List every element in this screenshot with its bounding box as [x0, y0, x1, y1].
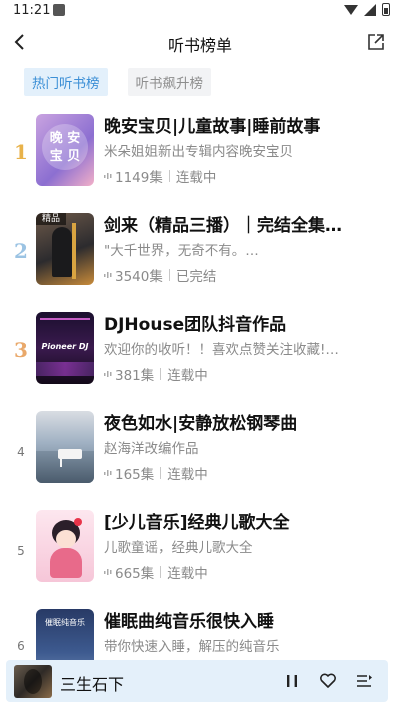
cover-text: 晚 安宝 贝 [49, 131, 81, 164]
item-meta: 165集 连载中 [104, 463, 208, 483]
page-title: 听书榜单 [167, 36, 232, 55]
album-cover [36, 510, 94, 582]
playlist-icon[interactable] [354, 671, 374, 691]
cover-text: Pioneer DJ [41, 342, 89, 351]
signal-icon [364, 3, 376, 16]
item-title: 剑来（精品三播）｜完结全集… [104, 216, 342, 236]
episode-count: 1149集 [115, 170, 163, 186]
audio-wave-icon [104, 371, 112, 377]
item-meta: 381集 连载中 [104, 364, 208, 384]
nav-bar: 听书榜单 [0, 24, 400, 60]
status-time: 11:21 [13, 3, 51, 18]
list-item[interactable]: 4 夜色如水|安静放松钢琴曲 赵海洋改编作品 165集 连载中 [0, 407, 400, 506]
item-meta: 3540集 已完结 [104, 265, 216, 285]
wifi-icon [344, 4, 358, 15]
audio-wave-icon [104, 272, 112, 278]
serial-status: 连载中 [175, 170, 217, 186]
item-title: 催眠曲纯音乐很快入睡 [104, 612, 274, 632]
item-desc: 赵海洋改编作品 [104, 441, 199, 457]
episode-count: 165集 [115, 467, 155, 483]
item-meta: 665集 连载中 [104, 562, 208, 582]
serial-status: 连载中 [167, 566, 208, 582]
player-cover[interactable] [14, 665, 52, 698]
episode-count: 665集 [115, 566, 155, 582]
episode-count: 3540集 [115, 269, 163, 285]
item-title: 夜色如水|安静放松钢琴曲 [104, 414, 298, 434]
item-desc: 带你快速入睡，解压的纯音乐 [104, 639, 280, 655]
album-cover [36, 411, 94, 483]
item-desc: 儿歌童谣，经典儿歌大全 [104, 540, 253, 556]
mini-player[interactable]: 三生石下 [6, 660, 388, 702]
item-title: 晚安宝贝|儿童故事|睡前故事 [104, 117, 321, 137]
share-icon[interactable] [366, 32, 386, 52]
status-icons [344, 3, 390, 16]
status-bar: 11:21 [0, 0, 400, 22]
serial-status: 连载中 [167, 368, 208, 384]
item-desc: 欢迎你的收听！！喜欢点赞关注收藏!… [104, 342, 339, 358]
premium-badge: 精品 [36, 213, 66, 225]
episode-count: 381集 [115, 368, 155, 384]
audio-wave-icon [104, 470, 112, 476]
list-item[interactable]: 5 [少儿音乐]经典儿歌大全 儿歌童谣，经典儿歌大全 665集 连载中 [0, 506, 400, 605]
item-meta: 1149集 连载中 [104, 166, 216, 186]
cover-text: 催眠纯音乐 [45, 618, 85, 627]
rank-number: 1 [14, 140, 28, 164]
pause-icon[interactable] [282, 671, 302, 691]
album-cover: Pioneer DJ [36, 312, 94, 384]
serial-status: 已完结 [175, 269, 217, 285]
tab-hot[interactable]: 热门听书榜 [24, 68, 108, 96]
player-track-title[interactable]: 三生石下 [60, 671, 124, 695]
rank-number: 4 [17, 445, 25, 459]
rank-number: 6 [17, 639, 25, 653]
tab-bar: 热门听书榜 听书飙升榜 [24, 68, 211, 96]
serial-status: 连载中 [167, 467, 208, 483]
album-cover: 精品 [36, 213, 94, 285]
rank-number: 2 [14, 239, 28, 263]
tab-rising[interactable]: 听书飙升榜 [127, 68, 211, 96]
audio-wave-icon [104, 569, 112, 575]
battery-icon [382, 3, 390, 16]
list-item[interactable]: 2 精品 剑来（精品三播）｜完结全集… "大千世界，无奇不有。… 3540集 已… [0, 209, 400, 308]
list-item[interactable]: 1 晚 安宝 贝 晚安宝贝|儿童故事|睡前故事 米朵姐姐新出专辑内容晚安宝贝 1… [0, 110, 400, 209]
audio-wave-icon [104, 173, 112, 179]
album-cover: 晚 安宝 贝 [36, 114, 94, 186]
heart-icon[interactable] [318, 671, 338, 691]
item-desc: 米朵姐姐新出专辑内容晚安宝贝 [104, 144, 293, 160]
ranking-list: 1 晚 安宝 贝 晚安宝贝|儿童故事|睡前故事 米朵姐姐新出专辑内容晚安宝贝 1… [0, 110, 400, 704]
rank-number: 3 [14, 338, 28, 362]
list-item[interactable]: 3 Pioneer DJ DJHouse团队抖音作品 欢迎你的收听！！喜欢点赞关… [0, 308, 400, 407]
rank-number: 5 [17, 544, 25, 558]
item-desc: "大千世界，无奇不有。… [104, 243, 259, 259]
item-title: DJHouse团队抖音作品 [104, 315, 287, 335]
notification-icon [53, 4, 65, 16]
item-title: [少儿音乐]经典儿歌大全 [104, 513, 290, 533]
